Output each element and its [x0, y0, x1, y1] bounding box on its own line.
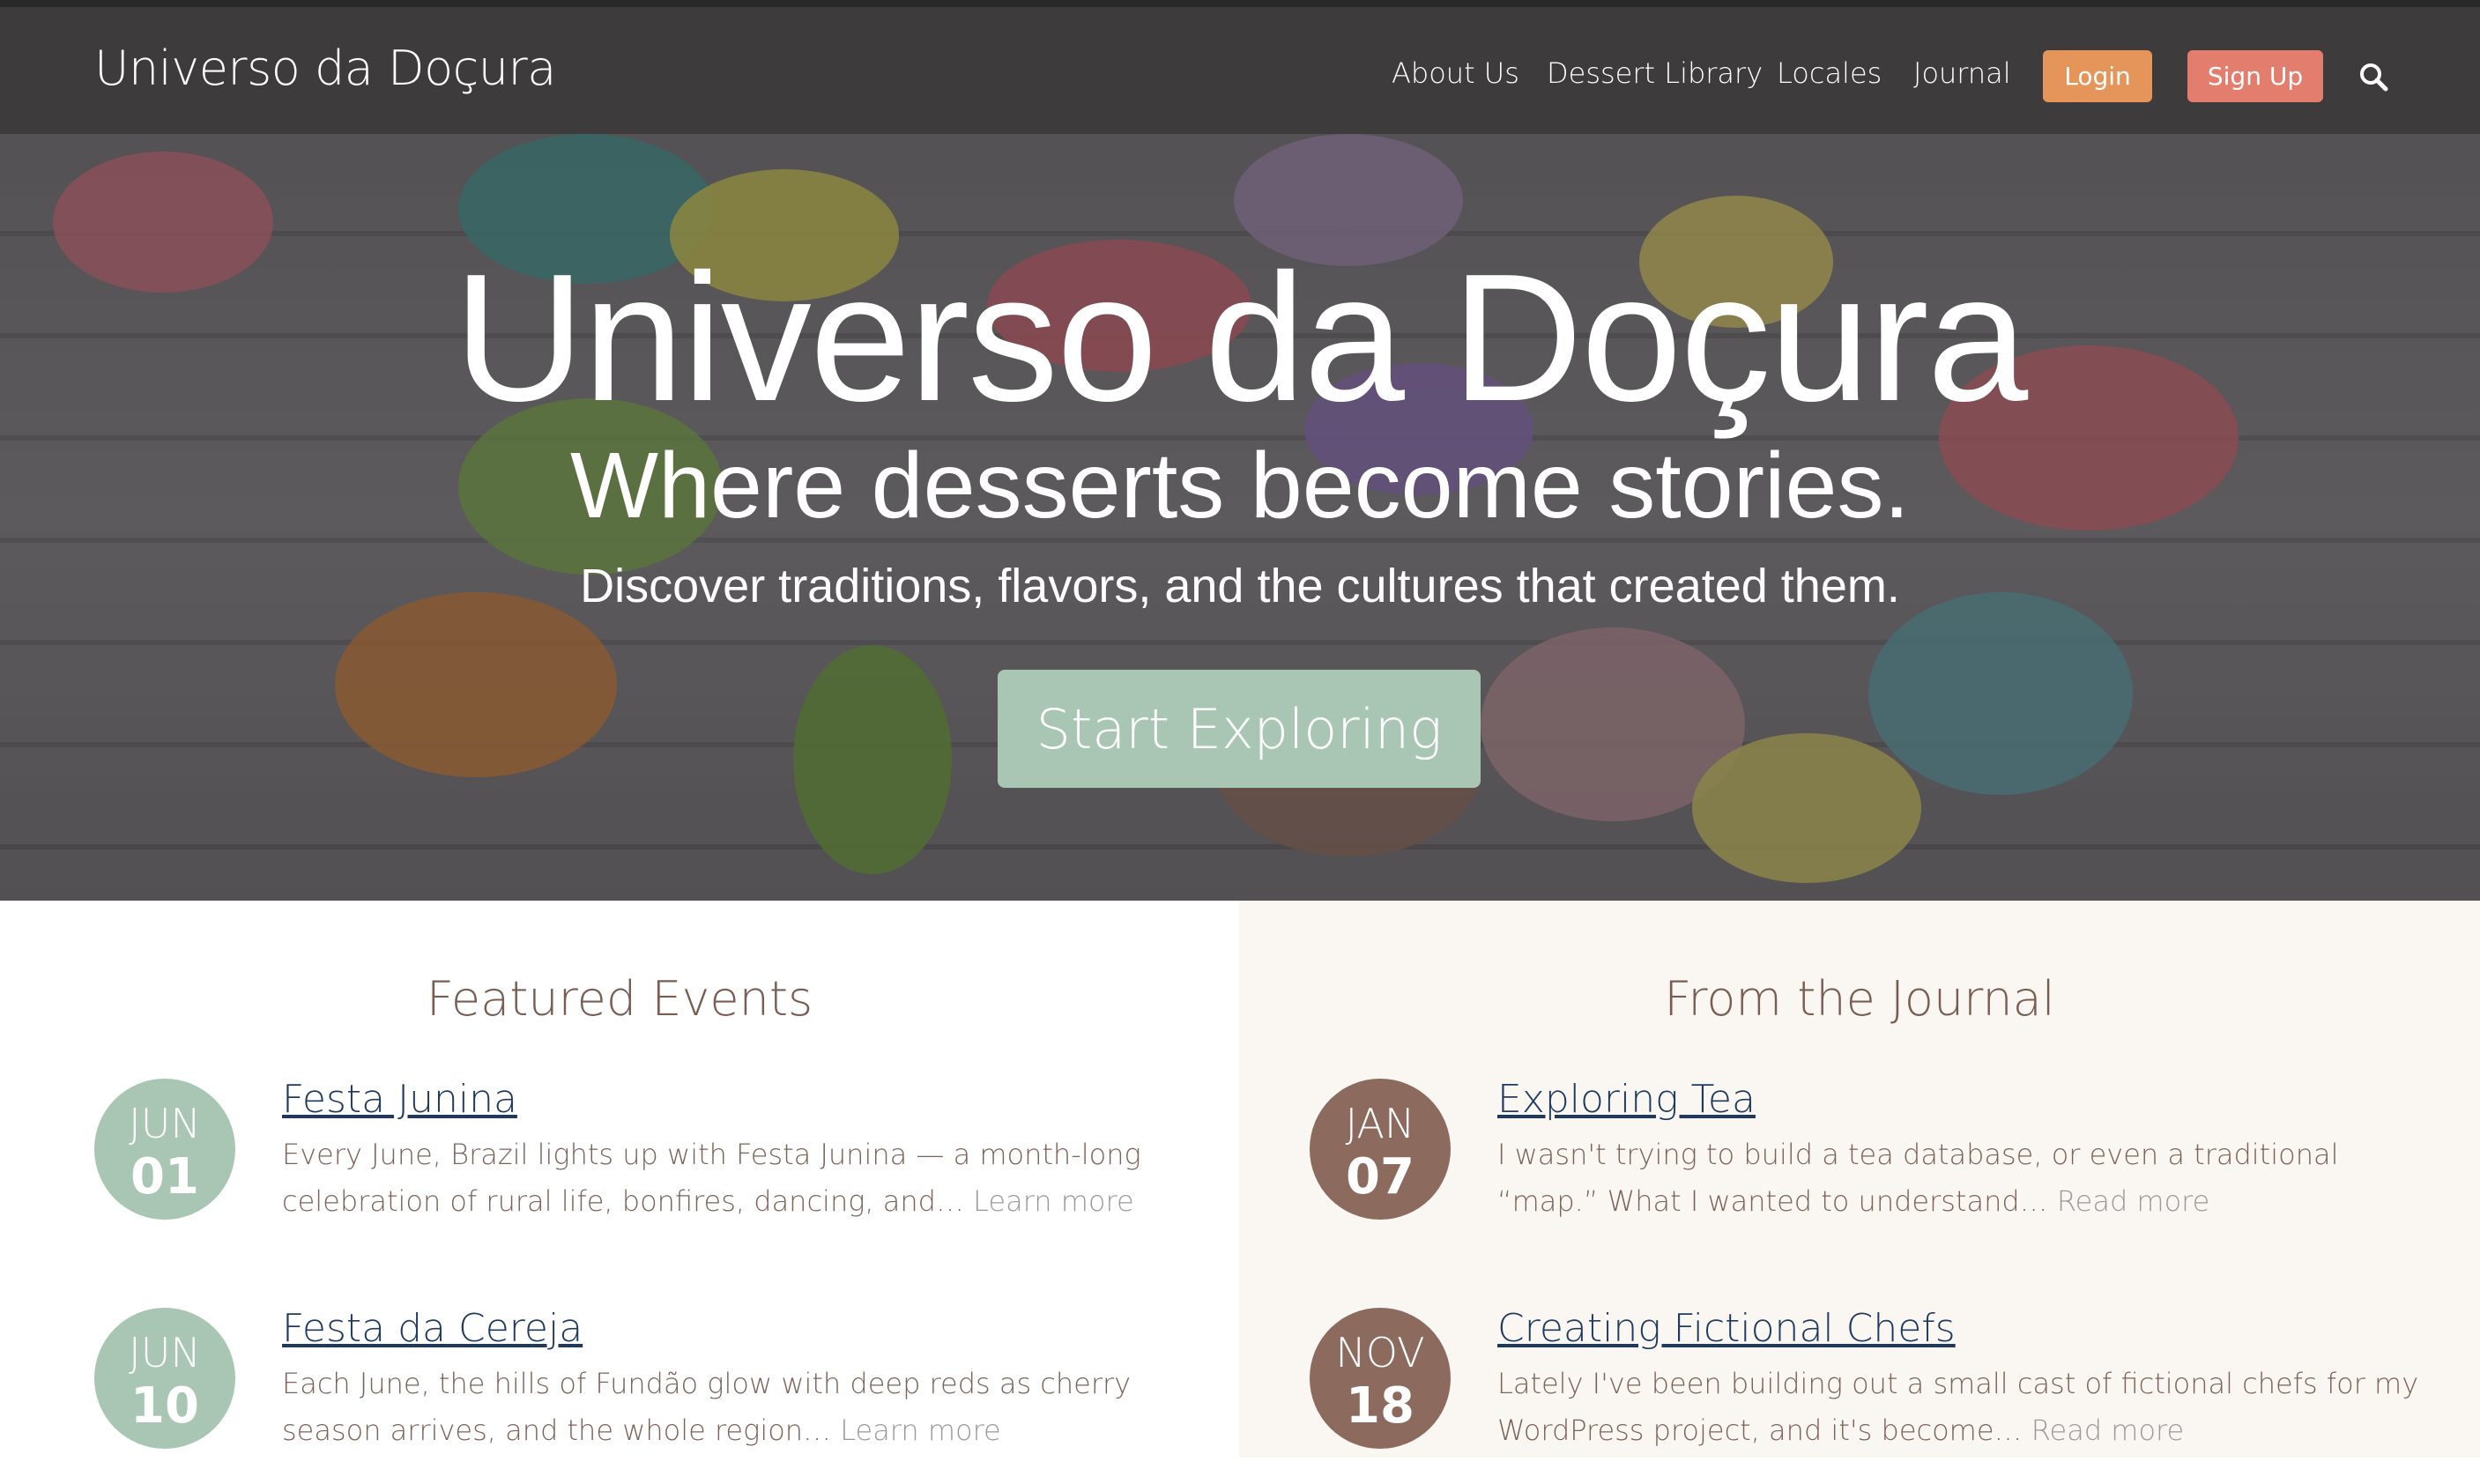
- date-month: JUN: [129, 1329, 201, 1376]
- nav-dessert-library[interactable]: Dessert Library: [1547, 56, 1763, 90]
- date-day: 10: [130, 1377, 199, 1435]
- journal-item: JAN 07 Exploring Tea I wasn't trying to …: [1239, 1077, 2480, 1255]
- date-month: NOV: [1335, 1329, 1425, 1376]
- journal-heading: From the Journal: [1664, 971, 2055, 1027]
- date-badge: JUN 10: [94, 1308, 235, 1449]
- search-icon[interactable]: [2358, 62, 2388, 92]
- event-excerpt: Every June, Brazil lights up with Festa …: [282, 1132, 1181, 1225]
- event-excerpt: Each June, the hills of Fundão glow with…: [282, 1361, 1181, 1454]
- journal-item: NOV 18 Creating Fictional Chefs Lately I…: [1239, 1306, 2480, 1484]
- event-item: JUN 10 Festa da Cereja Each June, the hi…: [0, 1306, 1239, 1484]
- learn-more-link[interactable]: Learn more: [973, 1184, 1134, 1218]
- date-day: 18: [1346, 1377, 1414, 1435]
- featured-events-heading: Featured Events: [426, 971, 813, 1027]
- excerpt-text: I wasn't trying to build a tea database,…: [1497, 1138, 2339, 1218]
- event-item: JUN 01 Festa Junina Every June, Brazil l…: [0, 1077, 1239, 1255]
- journal-title-link[interactable]: Creating Fictional Chefs: [1497, 1306, 1956, 1351]
- event-title-link[interactable]: Festa Junina: [282, 1077, 517, 1122]
- journal-title-link[interactable]: Exploring Tea: [1497, 1077, 1756, 1122]
- hero-tagline: Discover traditions, flavors, and the cu…: [580, 560, 1900, 612]
- featured-events-section: Featured Events JUN 01 Festa Junina Ever…: [0, 901, 1239, 1458]
- learn-more-link[interactable]: Learn more: [840, 1414, 1001, 1447]
- event-title-link[interactable]: Festa da Cereja: [282, 1306, 583, 1351]
- journal-section: From the Journal JAN 07 Exploring Tea I …: [1239, 901, 2480, 1458]
- signup-button[interactable]: Sign Up: [2187, 50, 2323, 102]
- date-day: 07: [1346, 1148, 1414, 1206]
- date-day: 01: [130, 1148, 199, 1206]
- nav-about-us[interactable]: About Us: [1392, 56, 1519, 90]
- date-month: JUN: [129, 1100, 201, 1147]
- hero-banner: Universo da Doçura Where desserts become…: [0, 134, 2480, 901]
- date-badge: JUN 01: [94, 1079, 235, 1220]
- excerpt-text: Lately I've been building out a small ca…: [1497, 1367, 2419, 1447]
- excerpt-text: Each June, the hills of Fundão glow with…: [282, 1367, 1132, 1447]
- login-button[interactable]: Login: [2043, 50, 2152, 102]
- hero-title: Universo da Doçura: [453, 236, 2029, 439]
- date-badge: JAN 07: [1310, 1079, 1451, 1220]
- start-exploring-button[interactable]: Start Exploring: [998, 670, 1481, 788]
- hero-subtitle: Where desserts become stories.: [570, 434, 1910, 538]
- nav-journal[interactable]: Journal: [1913, 56, 2011, 90]
- journal-excerpt: Lately I've been building out a small ca…: [1497, 1361, 2432, 1454]
- site-brand[interactable]: Universo da Doçura: [94, 41, 556, 96]
- journal-excerpt: I wasn't trying to build a tea database,…: [1497, 1132, 2432, 1225]
- date-month: JAN: [1345, 1100, 1415, 1147]
- top-navbar: Universo da Doçura About Us Dessert Libr…: [0, 0, 2480, 134]
- nav-locales[interactable]: Locales: [1777, 56, 1882, 90]
- read-more-link[interactable]: Read more: [2057, 1184, 2209, 1218]
- date-badge: NOV 18: [1310, 1308, 1451, 1449]
- read-more-link[interactable]: Read more: [2031, 1414, 2184, 1447]
